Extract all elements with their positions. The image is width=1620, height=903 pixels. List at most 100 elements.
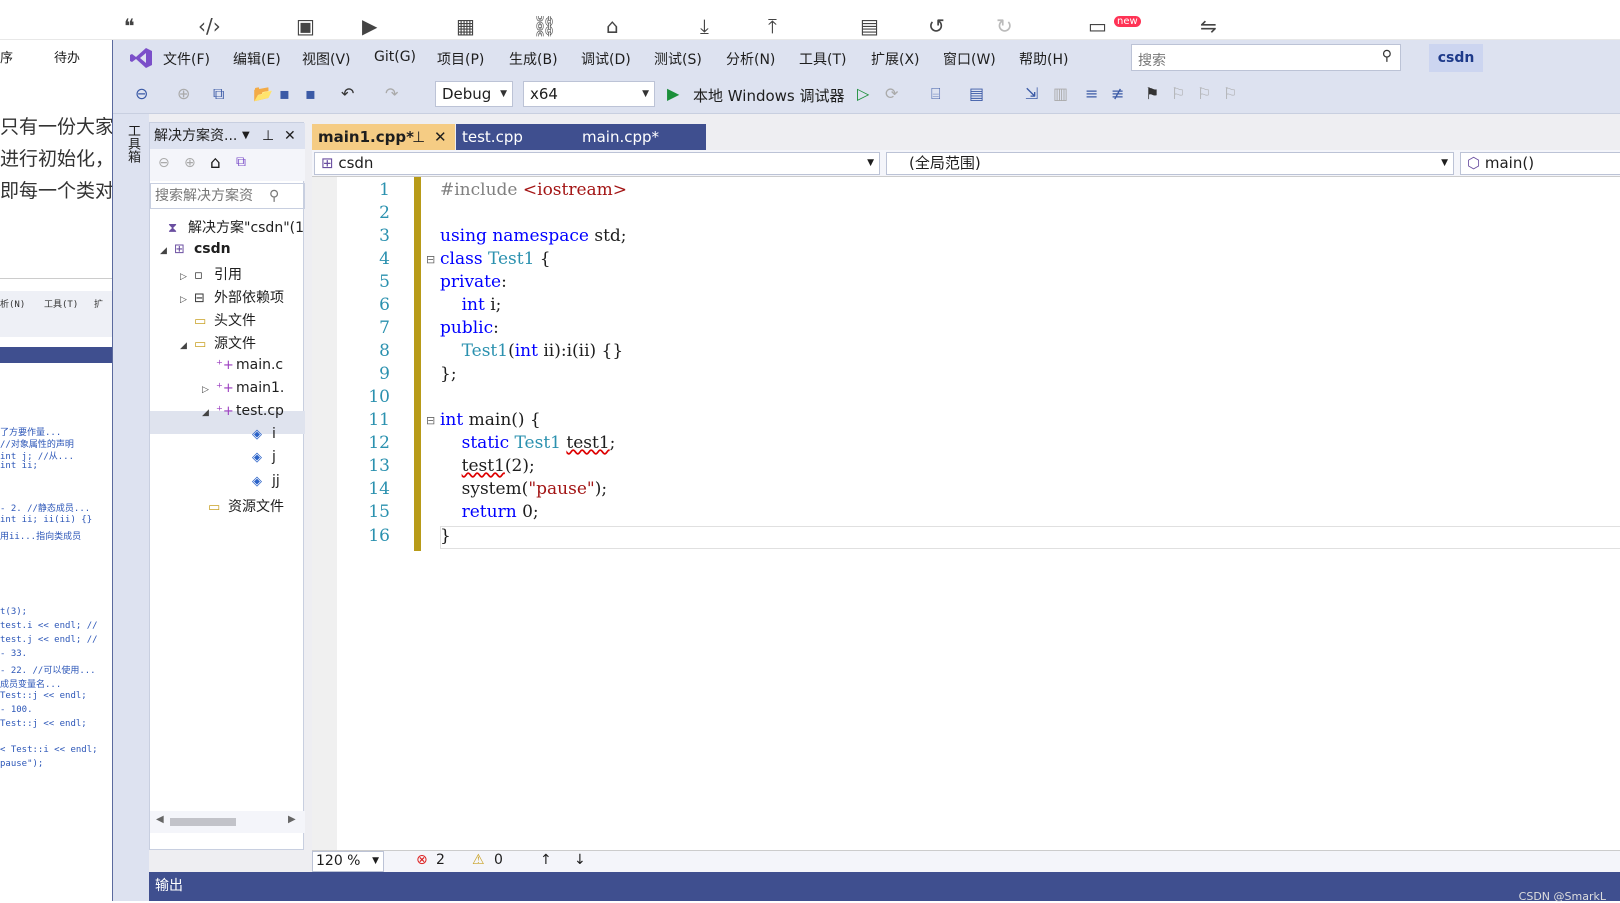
collapse-outline-icon[interactable]: ⊟ bbox=[426, 414, 435, 427]
swap-icon[interactable]: ⇋ bbox=[1200, 14, 1217, 38]
start-without-debug-icon[interactable]: ▷ bbox=[857, 84, 869, 103]
tree-item-source-files[interactable]: ◢ ▭ 源文件 bbox=[180, 333, 256, 353]
tree-item-file[interactable]: ▷ ⁺+ main1. bbox=[202, 380, 284, 396]
upload-icon[interactable]: ⤒ bbox=[768, 14, 777, 38]
menu-tools[interactable]: 工具(T) bbox=[799, 49, 846, 69]
next-bookmark-icon[interactable]: ⚐ bbox=[1197, 84, 1211, 103]
quote-icon[interactable]: ❝ bbox=[124, 14, 135, 38]
expand-icon[interactable]: ◢ bbox=[160, 246, 174, 256]
undo-icon[interactable]: ↺ bbox=[928, 14, 945, 38]
save-draft-icon[interactable]: ▤ bbox=[860, 14, 879, 38]
menu-git[interactable]: Git(G) bbox=[374, 49, 416, 65]
video-icon[interactable]: ▶ bbox=[362, 14, 377, 38]
save-all-icon[interactable]: ▪ bbox=[305, 84, 316, 103]
tree-item-member[interactable]: ◈ j bbox=[252, 449, 276, 465]
menu-project[interactable]: 项目(P) bbox=[437, 49, 484, 69]
solution-search-input[interactable]: 搜索解决方案资 ⚲ bbox=[150, 183, 305, 209]
table-icon[interactable]: ▦ bbox=[456, 14, 475, 38]
redo-icon[interactable]: ↷ bbox=[385, 84, 398, 103]
menu-file[interactable]: 文件(F) bbox=[163, 49, 210, 69]
expand-icon[interactable]: ◢ bbox=[202, 408, 216, 418]
solution-config-select[interactable]: Debug ▼ bbox=[435, 81, 513, 107]
hot-reload-icon[interactable]: ⟳ bbox=[885, 84, 898, 103]
project-select[interactable]: ⊞ csdn ▼ bbox=[314, 152, 880, 175]
code-icon[interactable]: ‹/› bbox=[198, 14, 221, 38]
browse-icon[interactable]: ⌸ bbox=[931, 84, 941, 104]
link-icon[interactable]: ⛓ bbox=[532, 14, 557, 38]
pin-icon[interactable]: ⊥ bbox=[262, 123, 274, 149]
error-icon[interactable]: ⊗ bbox=[416, 852, 428, 868]
tree-item-file[interactable]: ⁺+ main.c bbox=[216, 357, 283, 373]
zoom-select[interactable]: 120 % ▼ bbox=[312, 851, 384, 872]
tree-item-member[interactable]: ◈ i bbox=[252, 426, 276, 442]
redo-icon[interactable]: ↻ bbox=[996, 14, 1013, 38]
menu-extensions[interactable]: 扩展(X) bbox=[871, 49, 920, 69]
menu-window[interactable]: 窗口(W) bbox=[943, 49, 996, 69]
menu-test[interactable]: 测试(S) bbox=[654, 49, 702, 69]
stamp-icon[interactable]: ⌂ bbox=[606, 14, 619, 38]
back-icon[interactable]: ⊖ bbox=[135, 84, 148, 103]
tab-main-cpp[interactable]: main.cpp* bbox=[576, 124, 706, 150]
scope-select[interactable]: (全局范围) ▼ bbox=[886, 152, 1454, 175]
error-count[interactable]: 2 bbox=[436, 852, 445, 868]
tree-item-solution[interactable]: ⧗ 解决方案"csdn"(1 bbox=[154, 217, 304, 237]
pin-icon[interactable]: ⊥ bbox=[412, 124, 425, 150]
arrow-down-icon[interactable]: ↓ bbox=[574, 852, 586, 868]
save-icon[interactable]: ▪ bbox=[279, 84, 290, 103]
layout-icon[interactable]: ▤ bbox=[969, 84, 984, 103]
warning-count[interactable]: 0 bbox=[494, 852, 503, 868]
clear-bookmark-icon[interactable]: ⚐ bbox=[1223, 84, 1237, 103]
tab-test-cpp[interactable]: test.cpp bbox=[456, 124, 576, 150]
open-file-icon[interactable]: 📂 bbox=[253, 84, 273, 103]
forward-icon[interactable]: ⊕ bbox=[177, 84, 190, 103]
tree-item-references[interactable]: ▷ ▫ 引用 bbox=[180, 264, 242, 284]
code-editor[interactable]: 1 2 3 4 5 6 7 8 9 10 11 12 13 14 15 16 ⊟… bbox=[312, 177, 1620, 850]
chevron-down-icon[interactable]: ▼ bbox=[242, 123, 250, 149]
collapse-icon[interactable]: ▷ bbox=[180, 295, 194, 305]
search-box[interactable]: 搜索 ⚲ bbox=[1131, 44, 1401, 71]
menu-build[interactable]: 生成(B) bbox=[509, 49, 558, 69]
output-panel-tab[interactable]: 输出 bbox=[149, 872, 1620, 901]
member-select[interactable]: ⬡ main() bbox=[1460, 152, 1620, 175]
outdent-icon[interactable]: ≢ bbox=[1111, 84, 1124, 103]
image-icon[interactable]: ▣ bbox=[296, 14, 315, 38]
menu-analyze[interactable]: 分析(N) bbox=[726, 49, 775, 69]
arrow-up-icon[interactable]: ↑ bbox=[540, 852, 552, 868]
download-icon[interactable]: ⤓ bbox=[700, 14, 709, 38]
step-icon[interactable]: ⇲ bbox=[1025, 84, 1038, 103]
menu-debug[interactable]: 调试(D) bbox=[581, 49, 631, 69]
menu-edit[interactable]: 编辑(E) bbox=[233, 49, 281, 69]
format-icon[interactable]: ▥ bbox=[1053, 84, 1068, 103]
back-icon[interactable]: ⊖ bbox=[158, 155, 170, 171]
tree-item-project[interactable]: ◢ ⊞ csdn bbox=[160, 241, 231, 257]
menu-view[interactable]: 视图(V) bbox=[302, 49, 351, 69]
close-icon[interactable]: ✕ bbox=[434, 124, 447, 150]
tab-main1-cpp[interactable]: main1.cpp* ⊥ ✕ bbox=[312, 124, 455, 150]
new-project-icon[interactable]: ⧉ bbox=[213, 84, 224, 104]
collapse-outline-icon[interactable]: ⊟ bbox=[426, 253, 435, 266]
prev-bookmark-icon[interactable]: ⚐ bbox=[1171, 84, 1185, 103]
expand-icon[interactable]: ◢ bbox=[180, 341, 194, 351]
collapse-icon[interactable]: ▷ bbox=[180, 272, 194, 282]
undo-icon[interactable]: ↶ bbox=[341, 84, 354, 103]
warning-icon[interactable]: ⚠ bbox=[472, 852, 485, 868]
bookmark-icon[interactable]: ⚑ bbox=[1145, 84, 1159, 103]
scroll-left-icon[interactable]: ◀ bbox=[156, 814, 164, 825]
scrollbar-thumb[interactable] bbox=[170, 818, 236, 826]
collapse-icon[interactable]: ▷ bbox=[202, 385, 216, 395]
tree-item-file[interactable]: ◢ ⁺+ test.cp bbox=[202, 403, 284, 419]
forward-icon[interactable]: ⊕ bbox=[184, 155, 196, 171]
start-debugger-button[interactable]: 本地 Windows 调试器 bbox=[693, 85, 845, 106]
menu-help[interactable]: 帮助(H) bbox=[1019, 49, 1068, 69]
toolbox-strip[interactable]: 工具箱 bbox=[113, 114, 149, 901]
start-debug-icon[interactable]: ▶ bbox=[667, 84, 679, 103]
tree-item-resource-files[interactable]: ▭ 资源文件 bbox=[208, 496, 284, 516]
tree-item-external-deps[interactable]: ▷ ⊟ 外部依赖项 bbox=[180, 287, 284, 307]
switch-view-icon[interactable]: ⧉ bbox=[236, 154, 246, 170]
profile-button[interactable]: csdn bbox=[1429, 44, 1483, 72]
horizontal-scrollbar[interactable]: ◀ ▶ bbox=[150, 811, 305, 833]
scroll-right-icon[interactable]: ▶ bbox=[288, 814, 296, 825]
home-icon[interactable]: ⌂ bbox=[210, 153, 221, 173]
close-icon[interactable]: ✕ bbox=[284, 123, 296, 149]
template-icon[interactable]: ▭ bbox=[1088, 14, 1107, 38]
